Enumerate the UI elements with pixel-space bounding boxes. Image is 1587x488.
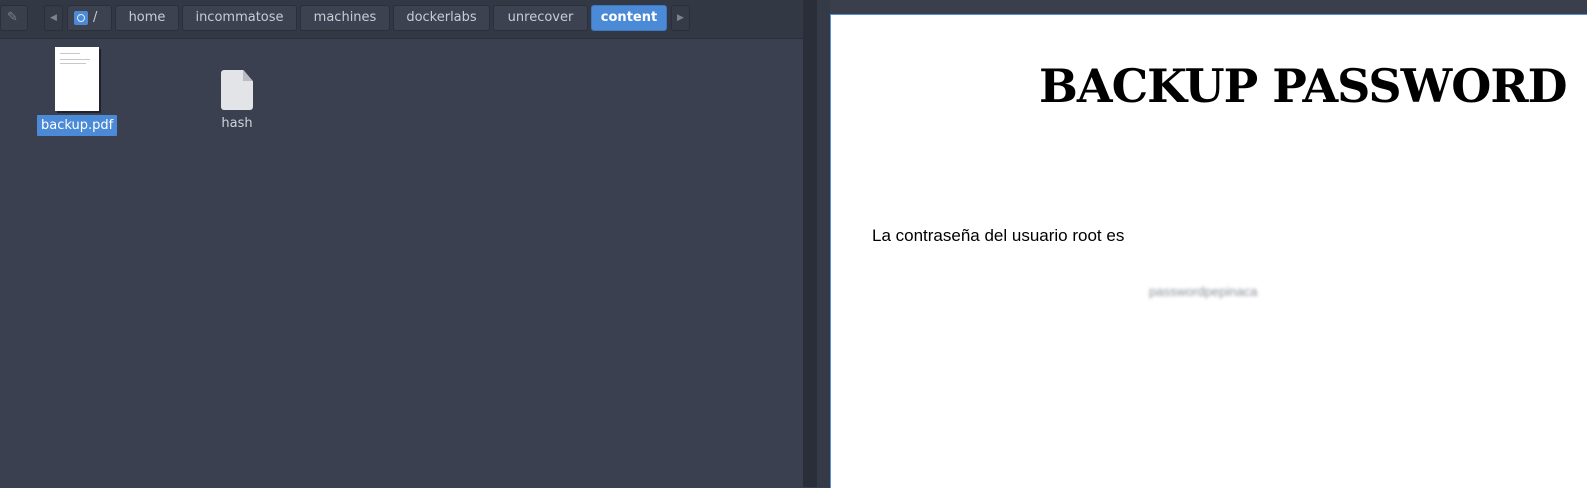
- path-scroll-left-button[interactable]: ◀: [44, 5, 63, 31]
- pdf-viewer-topbar: [830, 0, 1587, 12]
- path-button-dockerlabs[interactable]: dockerlabs: [393, 5, 490, 31]
- path-button-unrecover[interactable]: unrecover: [493, 5, 588, 31]
- path-bar: ✎ ◀ / home incommatose machines dockerla…: [0, 0, 803, 39]
- document-body-text: La contraseña del usuario root es: [872, 226, 1125, 245]
- file-label: hash: [221, 116, 253, 131]
- document-icon: [221, 70, 253, 110]
- file-manager-pane: ✎ ◀ / home incommatose machines dockerla…: [0, 0, 803, 487]
- path-button-label: /: [93, 10, 98, 25]
- pdf-thumbnail-icon: [55, 47, 99, 111]
- path-button-root[interactable]: /: [67, 5, 112, 31]
- pencil-icon: ✎: [7, 10, 18, 25]
- pdf-page: BACKUP PASSWORD La contraseña del usuari…: [830, 14, 1587, 488]
- chevron-left-icon: ◀: [50, 13, 57, 23]
- path-button-content[interactable]: content: [591, 5, 667, 31]
- edit-location-button[interactable]: ✎: [0, 5, 28, 31]
- chevron-right-icon: ▶: [677, 13, 684, 23]
- pane-divider[interactable]: [803, 0, 830, 487]
- path-button-home[interactable]: home: [115, 5, 179, 31]
- document-title: BACKUP PASSWORD: [1039, 59, 1567, 113]
- path-button-machines[interactable]: machines: [300, 5, 390, 31]
- file-label: backup.pdf: [37, 115, 118, 136]
- path-button-incommatose[interactable]: incommatose: [182, 5, 297, 31]
- drive-icon: [74, 11, 88, 25]
- path-scroll-right-button[interactable]: ▶: [671, 5, 690, 31]
- hidden-password-text: passwordpepinaca: [1149, 284, 1258, 299]
